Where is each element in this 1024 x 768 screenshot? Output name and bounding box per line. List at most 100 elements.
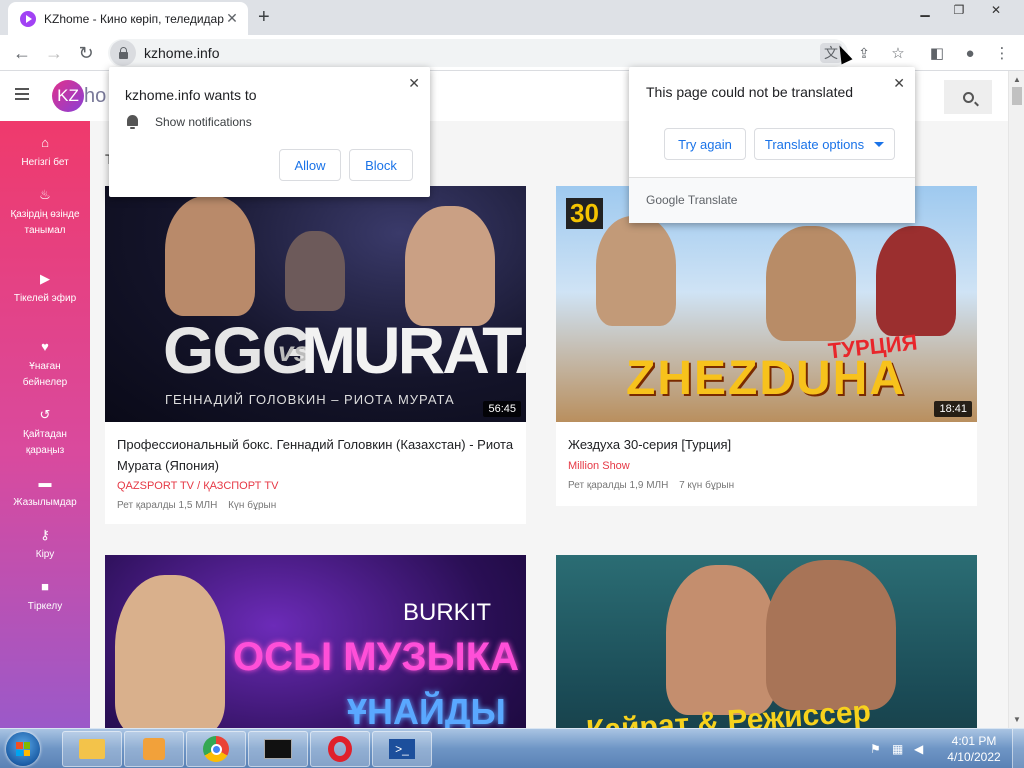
actor-image — [876, 226, 956, 336]
video-card[interactable]: Қайрат & Режиссер — [556, 555, 977, 728]
close-tab-icon[interactable]: ✕ — [224, 10, 240, 27]
thumbnail-text: BURKIT — [403, 599, 492, 626]
fire-icon: ♨ — [39, 187, 51, 202]
host-image — [666, 565, 776, 715]
url-text: kzhome.info — [144, 45, 220, 61]
video-title[interactable]: Жездуха 30-серия [Турция] — [568, 434, 968, 455]
sidebar-item-register[interactable]: ■ Тіркелу — [0, 579, 90, 615]
back-icon[interactable]: ← — [10, 41, 34, 65]
video-meta: Рет қаралды 1,5 МЛН Күн бұрын — [117, 500, 284, 511]
media-player-icon — [143, 738, 165, 760]
browser-toolbar: ← → ↻ kzhome.info 文 ⇪ ☆ ◧ ● ⋮ — [0, 35, 1024, 71]
hamburger-menu-icon[interactable] — [15, 88, 29, 100]
notification-permission-popup: kzhome.info wants to ✕ Show notification… — [109, 67, 430, 197]
menu-icon[interactable]: ⋮ — [992, 43, 1012, 63]
video-card[interactable]: 30 ZHEZDUHA ТУРЦИЯ 18:41 Жездуха 30-сери… — [556, 186, 977, 506]
lock-icon[interactable] — [110, 40, 136, 66]
taskbar-file-explorer[interactable] — [62, 731, 122, 767]
reload-icon[interactable]: ↻ — [74, 41, 98, 65]
fighter-image — [405, 206, 495, 326]
new-tab-button[interactable]: + — [258, 6, 270, 29]
folder-icon — [79, 739, 105, 759]
close-window-button[interactable]: ✕ — [976, 0, 1016, 20]
sidebar-item-live[interactable]: ▶ Тікелей эфир — [0, 271, 90, 307]
site-logo-text[interactable]: ho — [84, 85, 106, 108]
video-title[interactable]: Профессиональный бокс. Геннадий Головкин… — [117, 434, 517, 476]
thumbnail-caption: ГЕННАДИЙ ГОЛОВКИН – РИОТА МУРАТА — [165, 392, 455, 407]
video-card[interactable]: GGG vs MURATA ГЕННАДИЙ ГОЛОВКИН – РИОТА … — [105, 186, 526, 524]
sidebar-item-subscriptions[interactable]: ▬ Жазылымдар — [0, 475, 90, 511]
permission-text: Show notifications — [155, 115, 252, 129]
scroll-down-icon[interactable]: ▼ — [1013, 715, 1021, 724]
start-button[interactable] — [6, 732, 40, 766]
translate-popup: This page could not be translated ✕ Try … — [629, 67, 915, 223]
browser-tab[interactable]: KZhome - Кино көріп, теледидар ✕ — [8, 2, 248, 35]
close-icon[interactable]: ✕ — [408, 75, 420, 92]
site-favicon-icon — [20, 10, 36, 27]
video-thumbnail[interactable]: Қайрат & Режиссер — [556, 555, 977, 728]
show-desktop-button[interactable] — [1012, 729, 1024, 768]
chevron-down-icon — [874, 141, 885, 147]
address-bar[interactable]: kzhome.info 文 ⇪ — [108, 39, 870, 67]
host-image — [766, 560, 896, 710]
translate-options-button[interactable]: Translate options — [754, 128, 895, 160]
scroll-thumb[interactable] — [1012, 87, 1022, 105]
popup-title: kzhome.info wants to — [125, 87, 257, 103]
view-count: Рет қаралды 1,5 МЛН — [117, 500, 218, 511]
fighter-image — [165, 196, 255, 316]
minimize-button[interactable]: ▁ — [908, 0, 942, 20]
volume-icon[interactable]: ◀ — [914, 742, 928, 756]
taskbar-command-prompt[interactable] — [248, 731, 308, 767]
share-icon[interactable]: ⇪ — [854, 43, 874, 63]
taskbar: >_ ⚑ ▦ ◀ 4:01 PM 4/10/2022 — [0, 728, 1024, 768]
translate-options-label: Translate options — [764, 136, 865, 152]
sidebar-item-home[interactable]: ⌂ Негізгі бет — [0, 135, 90, 171]
taskbar-media-player[interactable] — [124, 731, 184, 767]
try-again-button[interactable]: Try again — [664, 128, 746, 160]
sidebar-item-trending[interactable]: ♨ Қазірдің өзінде танымал — [0, 187, 90, 239]
channel-name[interactable]: QAZSPORT TV / ҚАЗСПОРТ TV — [117, 480, 278, 492]
search-button[interactable] — [944, 80, 992, 114]
video-card[interactable]: BURKIT ОСЫ МУЗЫКА ҰНАЙДЫ — [105, 555, 526, 728]
action-center-icon[interactable]: ⚑ — [870, 742, 884, 756]
video-thumbnail[interactable]: BURKIT ОСЫ МУЗЫКА ҰНАЙДЫ — [105, 555, 526, 728]
powershell-icon: >_ — [389, 739, 415, 759]
taskbar-opera[interactable] — [310, 731, 370, 767]
channel-name[interactable]: Million Show — [568, 460, 630, 472]
thumbnail-text: ОСЫ МУЗЫКА — [233, 635, 519, 679]
page-scrollbar[interactable]: ▲ ▼ — [1008, 71, 1024, 728]
thumbnail-text: MURATA — [301, 313, 526, 387]
network-icon[interactable]: ▦ — [892, 742, 906, 756]
windows-logo-icon — [16, 742, 30, 756]
clock-date: 4/10/2022 — [947, 750, 1001, 764]
scroll-up-icon[interactable]: ▲ — [1013, 75, 1021, 84]
forward-icon[interactable]: → — [42, 41, 66, 65]
sidebar-item-history[interactable]: ↺ Қайтадан қараңыз — [0, 407, 90, 459]
chrome-icon — [203, 736, 229, 762]
key-icon: ⚷ — [40, 527, 50, 542]
allow-button[interactable]: Allow — [279, 149, 341, 181]
singer-image — [115, 575, 225, 728]
google-translate-logo: Google Translate — [646, 193, 738, 207]
bell-icon — [127, 115, 138, 129]
history-icon: ↺ — [39, 407, 51, 422]
home-icon: ⌂ — [41, 135, 49, 150]
bookmark-star-icon[interactable]: ☆ — [888, 43, 908, 63]
profile-icon[interactable]: ● — [960, 43, 980, 63]
opera-icon — [328, 736, 352, 762]
sidebar-item-liked[interactable]: ♥ Ұнаған бейнелер — [0, 339, 90, 391]
taskbar-powershell[interactable]: >_ — [372, 731, 432, 767]
block-button[interactable]: Block — [349, 149, 413, 181]
video-thumbnail[interactable]: GGG vs MURATA ГЕННАДИЙ ГОЛОВКИН – РИОТА … — [105, 186, 526, 422]
translate-footer: Google Translate — [629, 177, 915, 223]
duration-badge: 18:41 — [934, 401, 972, 417]
thumbnail-text: ҰНАЙДЫ — [347, 691, 506, 728]
system-clock[interactable]: 4:01 PM 4/10/2022 — [936, 733, 1012, 765]
side-panel-icon[interactable]: ◧ — [927, 43, 947, 63]
terminal-icon — [264, 739, 292, 759]
taskbar-chrome[interactable] — [186, 731, 246, 767]
sidebar-item-login[interactable]: ⚷ Кіру — [0, 527, 90, 563]
close-icon[interactable]: ✕ — [893, 75, 905, 92]
restore-button[interactable]: ❐ — [942, 0, 976, 20]
site-logo[interactable]: KZ — [52, 80, 84, 112]
